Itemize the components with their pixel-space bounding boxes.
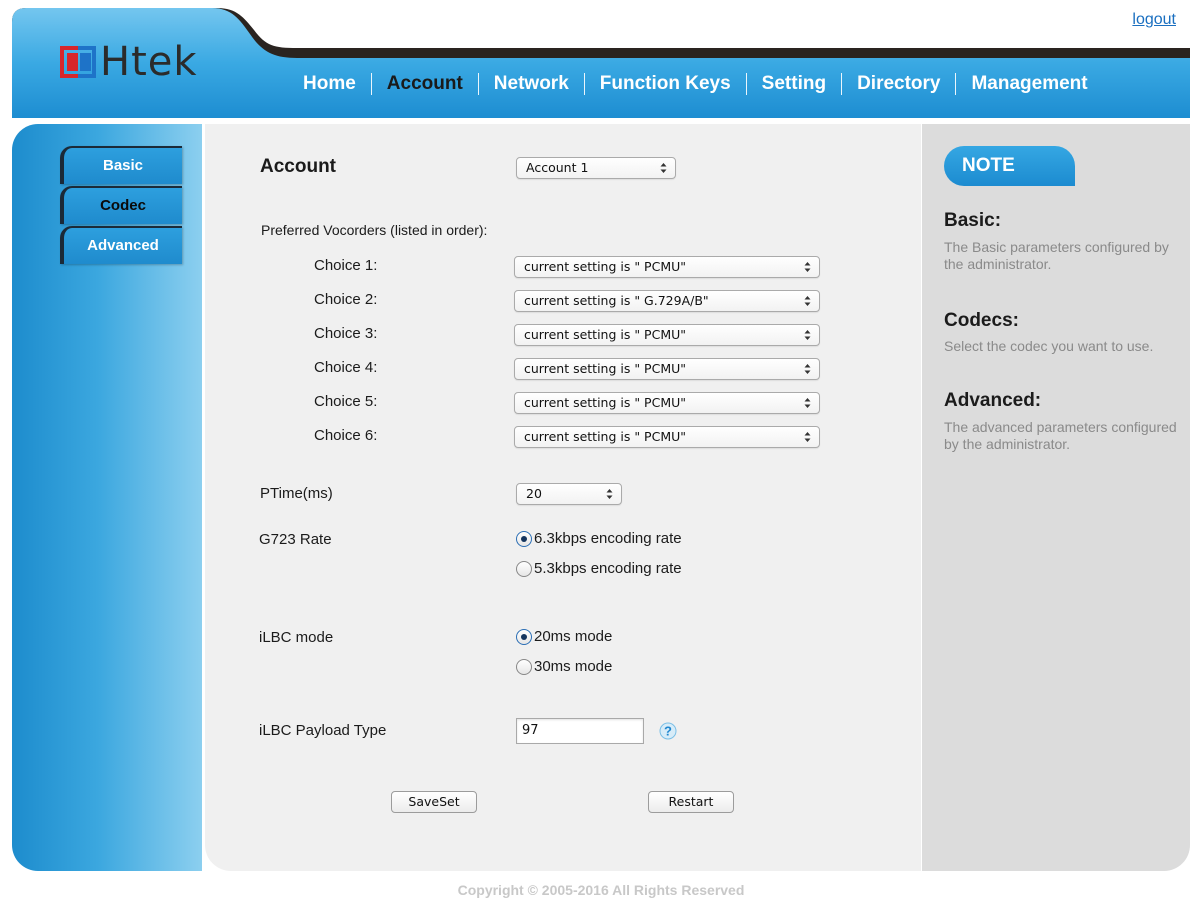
ilbc-option-label: 30ms mode: [534, 658, 613, 675]
vocoders-label: Preferred Vocorders (listed in order):: [261, 222, 488, 238]
radio-selected-icon[interactable]: [516, 628, 532, 645]
logout-link[interactable]: logout: [1132, 11, 1176, 29]
nav-account[interactable]: Account: [372, 72, 478, 96]
choice-label-3: Choice 3:: [314, 325, 378, 342]
nav-function-keys[interactable]: Function Keys: [585, 72, 746, 96]
ilbc-radio-20ms[interactable]: 20ms mode: [516, 628, 612, 645]
select-arrows-icon: [804, 432, 811, 442]
choice-select-value: current setting is " PCMU": [524, 259, 687, 274]
choice-select-value: current setting is " PCMU": [524, 327, 687, 342]
choice-select-6[interactable]: current setting is " PCMU": [514, 426, 820, 448]
select-arrows-icon: [804, 262, 811, 272]
nav-network[interactable]: Network: [479, 72, 584, 96]
help-icon[interactable]: ?: [659, 722, 677, 740]
choice-select-5[interactable]: current setting is " PCMU": [514, 392, 820, 414]
note-tag: NOTE: [944, 146, 1075, 186]
account-select-value: Account 1: [526, 160, 589, 175]
select-arrows-icon: [804, 330, 811, 340]
g723-option-label: 6.3kbps encoding rate: [534, 530, 682, 547]
note-text-codecs: Select the codec you want to use.: [944, 338, 1154, 354]
account-label: Account: [260, 156, 336, 177]
nav-separator: [370, 73, 372, 95]
logo-text: Htek: [100, 39, 198, 85]
ilbc-payload-label: iLBC Payload Type: [259, 722, 387, 739]
select-arrows-icon: [804, 296, 811, 306]
choice-select-2[interactable]: current setting is " G.729A/B": [514, 290, 820, 312]
select-arrows-icon: [804, 398, 811, 408]
ptime-select[interactable]: 20: [516, 483, 622, 505]
choice-select-1[interactable]: current setting is " PCMU": [514, 256, 820, 278]
svg-text:?: ?: [664, 724, 672, 739]
nav-separator: [745, 73, 747, 95]
sidebar-item-advanced[interactable]: Advanced: [60, 226, 182, 264]
nav-home[interactable]: Home: [288, 72, 371, 96]
choice-label-2: Choice 2:: [314, 291, 378, 308]
ptime-select-value: 20: [526, 486, 542, 501]
g723-option-label: 5.3kbps encoding rate: [534, 560, 682, 577]
ptime-label: PTime(ms): [260, 485, 333, 502]
choice-label-6: Choice 6:: [314, 427, 378, 444]
nav-management[interactable]: Management: [956, 72, 1102, 96]
main-nav: Home Account Network Function Keys Setting Di…: [288, 72, 1103, 96]
select-arrows-icon: [606, 489, 613, 499]
note-heading-basic: Basic:: [944, 210, 1002, 231]
ilbc-mode-label: iLBC mode: [259, 629, 334, 646]
ilbc-payload-input[interactable]: 97: [516, 718, 644, 744]
choice-select-value: current setting is " PCMU": [524, 395, 687, 410]
note-heading-codecs: Codecs:: [944, 310, 1019, 331]
codec-settings-panel: Account Account 1 Preferred Vocorders (l…: [205, 124, 921, 871]
saveset-button[interactable]: SaveSet: [391, 791, 477, 813]
choice-label-1: Choice 1:: [314, 257, 378, 274]
note-panel: NOTE Basic: The Basic parameters configu…: [922, 124, 1190, 871]
logo-mark-icon: [60, 46, 96, 78]
sidebar-item-codec[interactable]: Codec: [60, 186, 182, 224]
htek-logo: Htek: [60, 42, 198, 82]
note-text-basic: The Basic parameters configured by the a…: [944, 239, 1169, 272]
g723-rate-label: G723 Rate: [259, 531, 332, 548]
radio-unselected-icon[interactable]: [516, 560, 532, 577]
note-text-advanced: The advanced parameters configured by th…: [944, 419, 1177, 452]
nav-separator: [955, 73, 957, 95]
select-arrows-icon: [804, 364, 811, 374]
g723-radio-5-3[interactable]: 5.3kbps encoding rate: [516, 560, 682, 577]
account-select[interactable]: Account 1: [516, 157, 676, 179]
choice-label-4: Choice 4:: [314, 359, 378, 376]
note-heading-advanced: Advanced:: [944, 390, 1042, 411]
ilbc-radio-30ms[interactable]: 30ms mode: [516, 658, 612, 675]
radio-unselected-icon[interactable]: [516, 658, 532, 675]
ilbc-option-label: 20ms mode: [534, 628, 613, 645]
restart-button[interactable]: Restart: [648, 791, 734, 813]
choice-select-value: current setting is " G.729A/B": [524, 293, 709, 308]
choice-label-5: Choice 5:: [314, 393, 378, 410]
nav-separator: [841, 73, 843, 95]
nav-directory[interactable]: Directory: [842, 72, 955, 96]
radio-selected-icon[interactable]: [516, 530, 532, 547]
g723-radio-6-3[interactable]: 6.3kbps encoding rate: [516, 530, 682, 547]
sidebar: Basic Codec Advanced: [12, 124, 202, 871]
choice-select-value: current setting is " PCMU": [524, 361, 687, 376]
nav-separator: [583, 73, 585, 95]
choice-select-value: current setting is " PCMU": [524, 429, 687, 444]
select-arrows-icon: [660, 163, 667, 173]
choice-select-4[interactable]: current setting is " PCMU": [514, 358, 820, 380]
nav-setting[interactable]: Setting: [747, 72, 841, 96]
sidebar-item-basic[interactable]: Basic: [60, 146, 182, 184]
nav-separator: [477, 73, 479, 95]
copyright: Copyright © 2005-2016 All Rights Reserve…: [457, 882, 745, 898]
choice-select-3[interactable]: current setting is " PCMU": [514, 324, 820, 346]
header: Htek Home Account Network Function Keys Sett…: [12, 8, 1190, 118]
